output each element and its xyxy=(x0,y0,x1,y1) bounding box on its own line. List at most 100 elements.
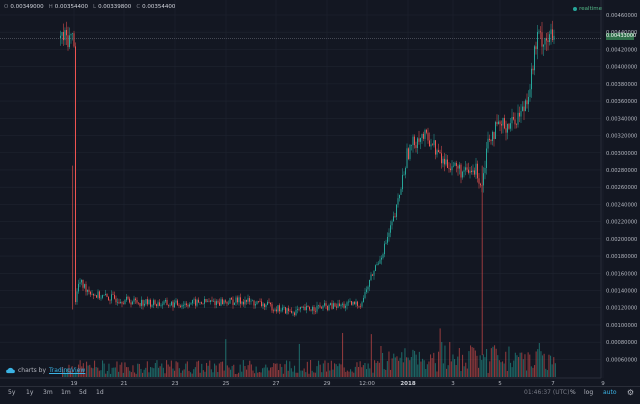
candle-body xyxy=(463,170,465,172)
candle-body xyxy=(270,302,271,305)
volume-bar xyxy=(422,358,424,377)
volume-bar xyxy=(372,372,374,377)
candle-body xyxy=(327,305,328,311)
volume-bar xyxy=(386,361,388,377)
candle-body xyxy=(324,303,325,306)
candle-body xyxy=(60,35,61,39)
volume-bar xyxy=(394,357,396,377)
volume-bar xyxy=(446,368,448,377)
volume-bar xyxy=(327,362,329,377)
y-tick-label: 0.00340000 xyxy=(606,116,637,122)
timeframe-3m[interactable]: 3m xyxy=(43,389,53,396)
candle-body xyxy=(457,165,459,169)
candle-body xyxy=(126,296,127,301)
candle-body xyxy=(438,150,439,152)
candle-body xyxy=(291,311,292,313)
volume-bar xyxy=(276,363,278,377)
candle-body xyxy=(538,31,540,33)
candle-body xyxy=(534,46,535,71)
volume-bar xyxy=(150,367,152,377)
volume-bar xyxy=(497,355,499,377)
volume-bar xyxy=(268,370,270,377)
volume-bar xyxy=(212,372,214,377)
candle-body xyxy=(522,106,523,112)
candle-body xyxy=(330,303,331,306)
volume-bar xyxy=(439,328,441,377)
candle-body xyxy=(285,307,286,314)
auto-scale-toggle[interactable]: auto xyxy=(603,389,617,396)
timeframe-1m[interactable]: 1m xyxy=(61,389,71,396)
candle-body xyxy=(492,131,493,142)
candle-body xyxy=(202,303,204,305)
volume-bar xyxy=(114,367,116,377)
candle-body xyxy=(484,168,486,174)
candle-body xyxy=(313,307,315,311)
candle-body xyxy=(444,158,445,165)
candle-body xyxy=(255,304,256,306)
volume-bar xyxy=(428,361,430,377)
tradingview-watermark[interactable]: charts by TradingView xyxy=(6,367,85,374)
volume-bar xyxy=(502,361,504,377)
candle-body xyxy=(529,89,531,97)
candle-body xyxy=(105,293,106,296)
timeframe-1d[interactable]: 1d xyxy=(96,389,104,396)
volume-bar xyxy=(337,366,339,377)
percent-scale-toggle[interactable]: % xyxy=(570,389,576,396)
y-tick-label: 0.00060000 xyxy=(606,357,637,363)
volume-bar xyxy=(482,354,484,377)
candle-body xyxy=(378,263,379,265)
gear-icon[interactable]: ⚙ xyxy=(627,388,634,397)
volume-bar xyxy=(262,368,264,377)
price-chart[interactable]: 0.004600000.004400000.004200000.00400000… xyxy=(0,0,640,400)
volume-bar xyxy=(297,372,299,377)
timeframe-1y[interactable]: 1y xyxy=(26,389,33,396)
candle-body xyxy=(351,301,352,305)
candle-body xyxy=(199,302,201,303)
timeframe-5d[interactable]: 5d xyxy=(79,389,87,396)
volume-bar xyxy=(458,348,460,377)
volume-bar xyxy=(324,360,326,377)
volume-bar xyxy=(124,362,126,377)
volume-bar xyxy=(300,370,302,377)
candle-body xyxy=(127,296,129,299)
volume-bar xyxy=(127,367,129,377)
log-scale-toggle[interactable]: log xyxy=(584,389,593,396)
volume-bar xyxy=(452,354,454,377)
y-tick-label: 0.00080000 xyxy=(606,340,637,346)
candle-body xyxy=(499,121,501,125)
candle-body xyxy=(67,35,69,48)
candle-body xyxy=(361,302,363,307)
close-key: C xyxy=(136,4,141,10)
candle-body xyxy=(441,153,442,164)
volume-bar xyxy=(353,372,355,377)
candle-body xyxy=(372,274,373,276)
candle-body xyxy=(447,159,448,169)
candle-body xyxy=(244,300,246,305)
volume-bar xyxy=(450,361,452,377)
candle-body xyxy=(273,310,274,312)
volume-bar xyxy=(329,370,331,377)
candle-body xyxy=(415,145,417,149)
candle-body xyxy=(348,301,349,303)
volume-bar xyxy=(399,357,401,377)
candle-body xyxy=(388,232,390,237)
tradingview-link[interactable]: TradingView xyxy=(49,367,85,374)
timeframe-5y[interactable]: 5y xyxy=(8,389,15,396)
candle-body xyxy=(220,299,222,306)
candle-body xyxy=(310,309,312,311)
last-price-tag: 0.00433000 xyxy=(606,33,637,40)
volume-bar xyxy=(418,351,420,377)
volume-bar xyxy=(514,352,516,377)
candle-body xyxy=(210,300,211,303)
volume-bar xyxy=(169,366,171,377)
candle-body xyxy=(132,301,133,305)
volume-bar xyxy=(166,360,168,377)
candle-body xyxy=(69,35,70,48)
volume-bar xyxy=(407,357,409,377)
chart-canvas[interactable]: 0.004600000.004400000.004200000.00400000… xyxy=(0,0,640,400)
volume-bar xyxy=(281,367,283,377)
candle-body xyxy=(136,300,138,303)
candle-body xyxy=(421,133,423,139)
candle-body xyxy=(523,106,525,112)
candle-body xyxy=(349,301,351,302)
